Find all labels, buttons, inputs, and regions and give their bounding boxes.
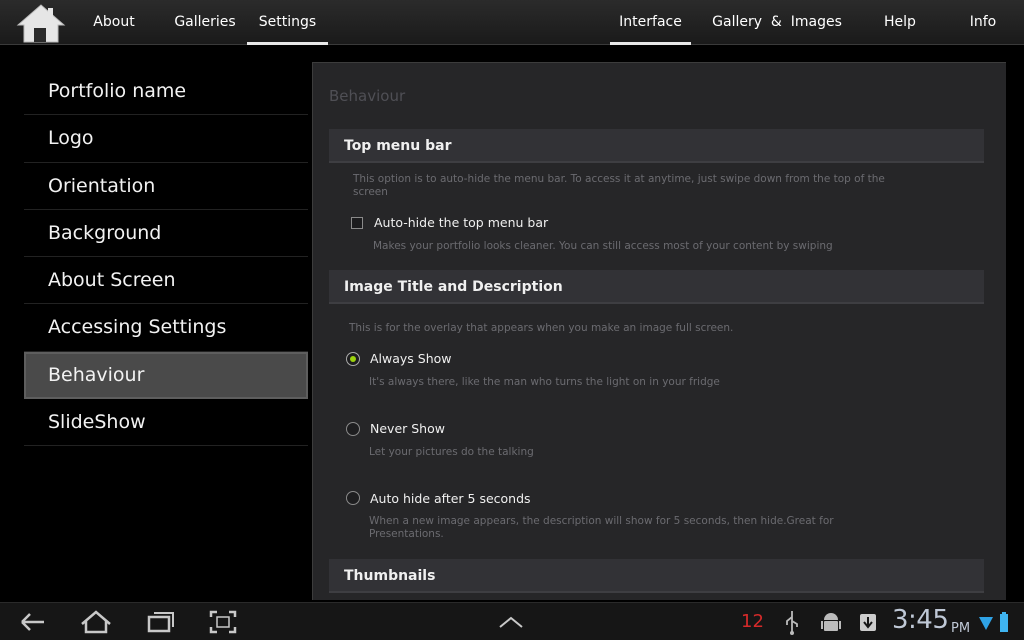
tab-settings[interactable]: Settings xyxy=(247,0,328,45)
tab-galleries[interactable]: Galleries xyxy=(170,0,240,45)
sidebar-item-portfolio-name[interactable]: Portfolio name xyxy=(24,68,308,116)
recent-apps-icon[interactable] xyxy=(146,603,176,640)
system-bar: 12 3:45 PM xyxy=(0,602,1024,640)
always-show-label[interactable]: Always Show xyxy=(370,351,452,366)
auto-hide-5s-desc: When a new image appears, the descriptio… xyxy=(369,515,834,540)
screenshot-icon[interactable] xyxy=(208,603,238,640)
auto-hide-menu-desc: Makes your portfolio looks cleaner. You … xyxy=(373,240,833,252)
panel-title: Behaviour xyxy=(329,87,406,105)
tab-gallery-images[interactable]: Gallery & Images xyxy=(712,0,842,45)
radio-always-show[interactable] xyxy=(346,352,360,366)
status-clock[interactable]: 3:45 xyxy=(892,605,949,635)
tab-info[interactable]: Info xyxy=(962,0,1004,45)
never-show-desc: Let your pictures do the talking xyxy=(369,446,534,458)
sidebar-item-orientation[interactable]: Orientation xyxy=(24,163,308,210)
radio-auto-hide-5s[interactable] xyxy=(346,491,360,505)
sidebar-item-slideshow[interactable]: SlideShow xyxy=(24,399,308,447)
home-icon[interactable] xyxy=(16,3,66,43)
tab-interface[interactable]: Interface xyxy=(610,0,691,45)
sidebar-item-behaviour[interactable]: Behaviour xyxy=(24,351,308,400)
home-nav-icon[interactable] xyxy=(79,603,113,640)
battery-icon xyxy=(997,603,1011,640)
top-action-bar: About Galleries Settings Interface Galle… xyxy=(0,0,1024,45)
section-header-image-title: Image Title and Description xyxy=(329,270,984,304)
auto-hide-5s-label[interactable]: Auto hide after 5 seconds xyxy=(370,491,531,506)
section-header-thumbnails: Thumbnails xyxy=(329,559,984,593)
tab-help[interactable]: Help xyxy=(878,0,922,45)
sidebar-item-logo[interactable]: Logo xyxy=(24,115,308,163)
image-title-description: This is for the overlay that appears whe… xyxy=(349,322,734,334)
sidebar-item-about-screen[interactable]: About Screen xyxy=(24,257,308,305)
top-menu-description: This option is to auto-hide the menu bar… xyxy=(353,173,885,198)
auto-hide-menu-label[interactable]: Auto-hide the top menu bar xyxy=(374,215,548,230)
android-debug-icon xyxy=(820,603,842,640)
status-clock-ampm: PM xyxy=(951,621,971,636)
section-header-top-menu: Top menu bar xyxy=(329,129,984,163)
radio-never-show[interactable] xyxy=(346,422,360,436)
notification-count[interactable]: 12 xyxy=(741,611,764,632)
usb-icon xyxy=(783,603,801,640)
tab-about[interactable]: About xyxy=(86,0,142,45)
up-chevron-icon[interactable] xyxy=(498,603,524,640)
wifi-icon xyxy=(978,603,994,640)
sidebar-item-accessing-settings[interactable]: Accessing Settings xyxy=(24,304,308,352)
always-show-desc: It's always there, like the man who turn… xyxy=(369,376,720,388)
behaviour-settings-panel: Behaviour Top menu bar This option is to… xyxy=(312,62,1006,600)
sidebar-item-background[interactable]: Background xyxy=(24,210,308,258)
auto-hide-menu-checkbox[interactable] xyxy=(351,217,363,229)
settings-category-list: Portfolio name Logo Orientation Backgrou… xyxy=(24,68,308,447)
never-show-label[interactable]: Never Show xyxy=(370,421,445,436)
back-icon[interactable] xyxy=(18,603,48,640)
download-icon xyxy=(858,603,878,640)
